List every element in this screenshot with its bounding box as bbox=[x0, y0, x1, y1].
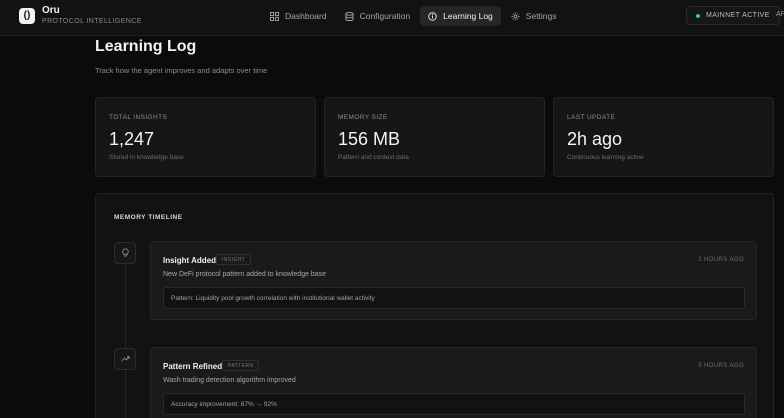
timeline-rail bbox=[125, 258, 126, 418]
status-dot bbox=[696, 13, 700, 18]
entry-description: Wash trading detection algorithm improve… bbox=[163, 377, 296, 384]
stat-label: MEMORY SIZE bbox=[338, 114, 388, 121]
stat-value: 156 MB bbox=[338, 129, 401, 149]
grid-icon bbox=[270, 11, 279, 21]
entry-time: 2 HOURS AGO bbox=[698, 257, 744, 263]
entry-time: 5 HOURS AGO bbox=[698, 363, 744, 369]
brand[interactable]: () Oru PROTOCOL INTELLIGENCE bbox=[19, 6, 142, 25]
entry-title: Pattern Refined bbox=[163, 362, 223, 371]
lightbulb-icon bbox=[121, 244, 130, 262]
truncated-nav-item[interactable]: AP bbox=[776, 11, 784, 18]
stat-label: LAST UPDATE bbox=[567, 114, 616, 121]
gear-icon bbox=[511, 12, 520, 21]
entry-tag: INSIGHT bbox=[216, 254, 252, 265]
page-subtitle: Track how the agent improves and adapts … bbox=[95, 66, 268, 75]
main-nav: Dashboard Configuration Learning Log Set… bbox=[262, 6, 567, 26]
page-title: Learning Log bbox=[95, 38, 197, 55]
entry-detail-box: Pattern: Liquidity pool growth correlati… bbox=[163, 287, 745, 309]
memory-timeline-panel: MEMORY TIMELINE Insight Added INSIGHT 2 … bbox=[95, 193, 774, 418]
stat-card-memory-size: MEMORY SIZE 156 MB Pattern and context d… bbox=[324, 97, 545, 177]
entry-detail: Pattern: Liquidity pool growth correlati… bbox=[171, 295, 375, 302]
timeline-entry-insight[interactable]: Insight Added INSIGHT 2 HOURS AGO New De… bbox=[150, 241, 757, 320]
nav-configuration[interactable]: Configuration bbox=[337, 6, 419, 26]
stat-card-last-update: LAST UPDATE 2h ago Continuous learning a… bbox=[553, 97, 774, 177]
stat-value: 1,247 bbox=[109, 129, 155, 149]
nav-dashboard-label: Dashboard bbox=[285, 11, 327, 21]
nav-settings-label: Settings bbox=[525, 11, 557, 21]
brand-name: Oru bbox=[42, 5, 60, 16]
nav-configuration-label: Configuration bbox=[359, 11, 411, 21]
network-status-label: MAINNET ACTIVE bbox=[706, 12, 770, 19]
timeline-entry-pattern[interactable]: Pattern Refined PATTERN 5 HOURS AGO Wash… bbox=[150, 347, 757, 418]
network-status-badge[interactable]: MAINNET ACTIVE bbox=[686, 6, 780, 25]
stat-note: Stored in knowledge base bbox=[109, 154, 184, 161]
timeline-node bbox=[114, 242, 136, 264]
database-icon bbox=[345, 11, 354, 21]
entry-title: Insight Added bbox=[163, 256, 217, 265]
stat-card-total-insights: TOTAL INSIGHTS 1,247 Stored in knowledge… bbox=[95, 97, 316, 177]
nav-settings[interactable]: Settings bbox=[503, 6, 565, 26]
entry-description: New DeFi protocol pattern added to knowl… bbox=[163, 271, 327, 278]
brand-text: Oru PROTOCOL INTELLIGENCE bbox=[42, 5, 142, 26]
entry-detail: Accuracy improvement: 87% → 92% bbox=[171, 401, 277, 408]
timeline-node bbox=[114, 348, 136, 370]
nav-learning-log-label: Learning Log bbox=[443, 11, 493, 21]
info-circle-icon bbox=[428, 11, 437, 21]
trend-up-icon bbox=[121, 350, 130, 368]
entry-detail-box: Accuracy improvement: 87% → 92% bbox=[163, 393, 745, 415]
timeline-title: MEMORY TIMELINE bbox=[114, 214, 183, 221]
stat-note: Pattern and context data bbox=[338, 154, 409, 161]
brand-subtitle: PROTOCOL INTELLIGENCE bbox=[42, 18, 142, 25]
top-navigation-bar: () Oru PROTOCOL INTELLIGENCE Dashboard C… bbox=[0, 0, 784, 36]
stat-label: TOTAL INSIGHTS bbox=[109, 114, 168, 121]
nav-dashboard[interactable]: Dashboard bbox=[262, 6, 335, 26]
stat-value: 2h ago bbox=[567, 129, 623, 149]
stat-note: Continuous learning active bbox=[567, 154, 644, 161]
nav-learning-log[interactable]: Learning Log bbox=[420, 6, 501, 26]
oru-logo: () bbox=[19, 7, 35, 24]
entry-tag: PATTERN bbox=[222, 360, 260, 371]
